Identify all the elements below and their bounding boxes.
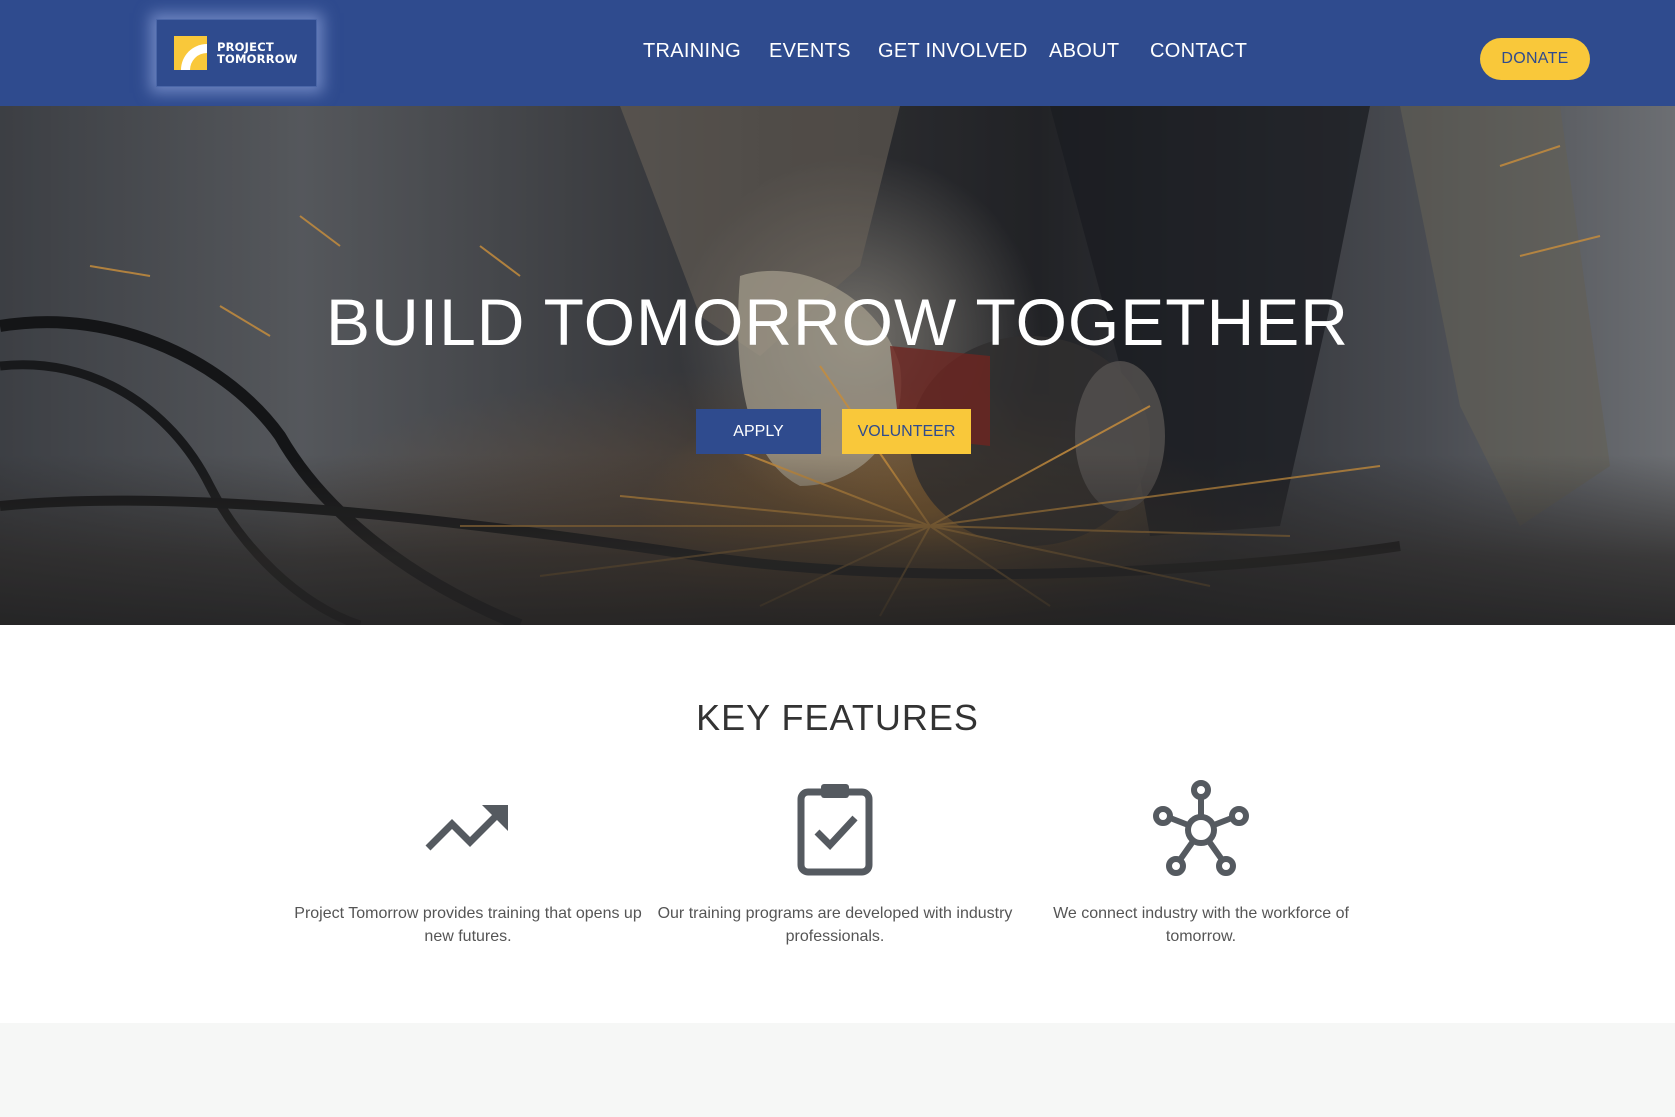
nav-training[interactable]: TRAINING: [643, 40, 741, 63]
hero-banner: BUILD TOMORROW TOGETHER APPLY VOLUNTEER: [0, 106, 1675, 625]
nav-get-involved[interactable]: GET INVOLVED: [878, 40, 1028, 63]
trending-up-icon: [425, 805, 508, 851]
feature-item-training: Project Tomorrow provides training that …: [288, 780, 648, 948]
volunteer-button[interactable]: VOLUNTEER: [842, 409, 971, 454]
nav-events[interactable]: EVENTS: [769, 40, 851, 63]
main-nav: TRAINING EVENTS GET INVOLVED ABOUT CONTA…: [0, 40, 1675, 70]
feature-text: We connect industry with the workforce o…: [1053, 905, 1349, 945]
nav-about[interactable]: ABOUT: [1049, 40, 1119, 63]
apply-button[interactable]: APPLY: [696, 409, 821, 454]
site-header: PROJECT TOMORROW TRAINING EVENTS GET INV…: [0, 0, 1675, 106]
footer-band: [0, 1023, 1675, 1117]
features-title: KEY FEATURES: [696, 697, 979, 738]
feature-text: Our training programs are developed with…: [657, 905, 1013, 945]
feature-text: Project Tomorrow provides training that …: [294, 905, 642, 945]
feature-item-connect: We connect industry with the workforce o…: [1021, 780, 1381, 948]
donate-button[interactable]: DONATE: [1480, 38, 1590, 80]
nav-contact[interactable]: CONTACT: [1150, 40, 1247, 63]
hero-title: BUILD TOMORROW TOGETHER: [326, 285, 1349, 359]
clipboard-check-icon: [797, 784, 873, 876]
feature-item-programs: Our training programs are developed with…: [655, 780, 1015, 948]
network-hub-icon: [1153, 780, 1249, 876]
